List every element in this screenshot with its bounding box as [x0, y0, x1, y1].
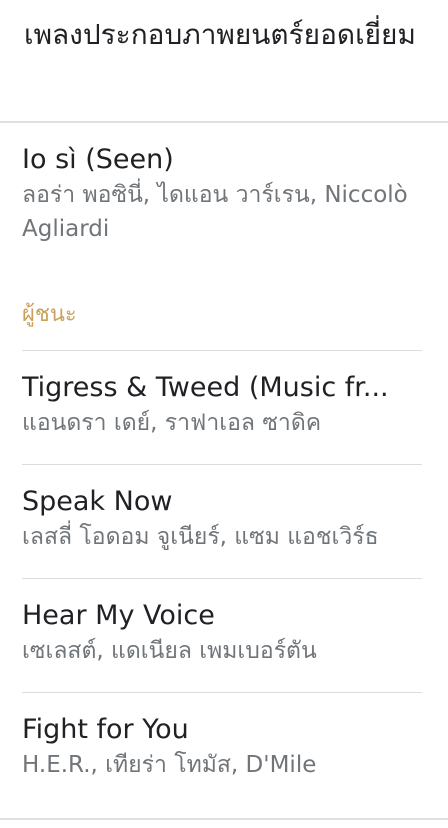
song-artists: ลอร่า พอซินี่, ไดแอน วาร์เรน, Niccolò Ag… — [22, 182, 408, 242]
winner-label: ผู้ชนะ — [22, 302, 77, 327]
song-title: Tigress & Tweed (Music fr... — [22, 372, 389, 403]
song-title: Hear My Voice — [22, 600, 215, 631]
section-divider — [0, 121, 448, 123]
song-artists: เซเลสต์, แดเนียล เพมเบอร์ตัน — [22, 638, 317, 664]
song-title: Speak Now — [22, 486, 173, 517]
song-item-fight-for-you[interactable]: Fight for You H.E.R., เทียร่า โทมัส, D'M… — [22, 712, 426, 782]
song-artists: H.E.R., เทียร่า โทมัส, D'Mile — [22, 752, 317, 778]
song-title: Fight for You — [22, 714, 189, 745]
list-divider — [22, 692, 422, 693]
song-item-tigress-tweed[interactable]: Tigress & Tweed (Music fr... แอนดรา เดย์… — [22, 370, 426, 440]
song-title: Io sì (Seen) — [22, 144, 174, 175]
list-divider — [22, 350, 422, 351]
section-heading: เพลงประกอบภาพยนตร์ยอดเยี่ยม — [24, 18, 416, 51]
song-artists: เลสลี่ โอดอม จูเนียร์, แซม แอชเวิร์ธ — [22, 524, 379, 550]
song-artists: แอนดรา เดย์, ราฟาเอล ซาดิค — [22, 410, 322, 436]
song-item-hear-my-voice[interactable]: Hear My Voice เซเลสต์, แดเนียล เพมเบอร์ต… — [22, 598, 426, 668]
song-item-io-si[interactable]: Io sì (Seen) ลอร่า พอซินี่, ไดแอน วาร์เร… — [22, 142, 426, 246]
list-divider — [22, 578, 422, 579]
song-item-speak-now[interactable]: Speak Now เลสลี่ โอดอม จูเนียร์, แซม แอช… — [22, 484, 426, 554]
list-divider — [22, 464, 422, 465]
bottom-divider — [0, 818, 448, 820]
